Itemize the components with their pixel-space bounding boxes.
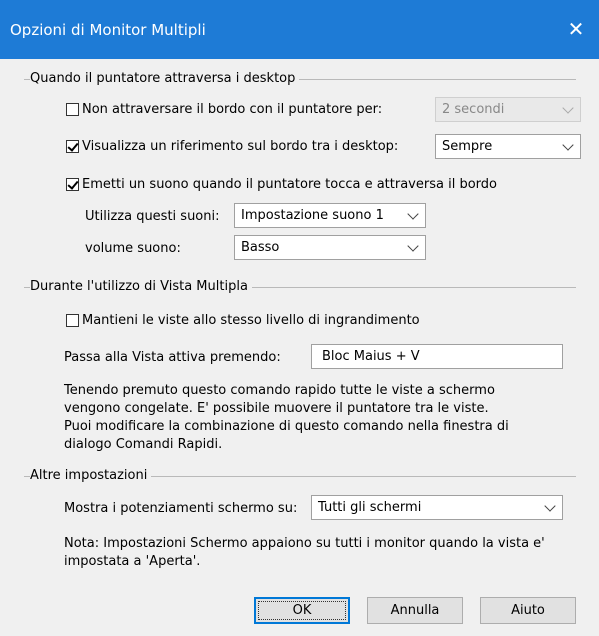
keep-zoom-checkbox[interactable] (66, 314, 79, 327)
no-cross-select: 2 secondi (435, 97, 581, 122)
note-line: Nota: Impostazioni Schermo appaiono su t… (64, 536, 545, 551)
cancel-button[interactable]: Annulla (367, 597, 463, 624)
switch-hotkey-value: Bloc Maius + V (322, 349, 420, 364)
volume-value: Basso (241, 240, 280, 255)
window-title: Opzioni di Monitor Multipli (10, 21, 206, 39)
description-line: Tenendo premuto questo comando rapido tu… (64, 383, 495, 398)
group-label-other: Altre impostazioni (30, 468, 152, 483)
sound-label: Emetti un suono quando il puntatore tocc… (82, 177, 497, 192)
note-text: Nota: Impostazioni Schermo appaiono su t… (64, 535, 545, 571)
chevron-down-icon (407, 208, 419, 220)
chevron-down-icon (544, 500, 556, 512)
description-line: dialogo Comandi Rapidi. (64, 437, 223, 452)
group-label-desktop: Quando il puntatore attraversa i desktop (30, 71, 300, 86)
use-sounds-label: Utilizza questi suoni: (85, 209, 220, 224)
keep-zoom-label: Mantieni le viste allo stesso livello di… (82, 313, 420, 328)
use-sounds-value: Impostazione suono 1 (241, 208, 384, 223)
description-line: vengono congelate. E' possibile muovere … (64, 401, 489, 416)
switch-hotkey-field[interactable]: Bloc Maius + V (311, 344, 563, 369)
group-label-vista: Durante l'utilizzo di Vista Multipla (30, 279, 252, 294)
cancel-label: Annulla (390, 603, 440, 618)
vista-description: Tenendo premuto questo comando rapido tu… (64, 382, 509, 454)
keep-zoom-row[interactable]: Mantieni le viste allo stesso livello di… (66, 313, 420, 328)
show-enh-value: Tutti gli schermi (318, 500, 422, 515)
chevron-down-icon (562, 102, 574, 114)
show-ref-row[interactable]: Visualizza un riferimento sul bordo tra … (66, 139, 398, 154)
show-enh-select[interactable]: Tutti gli schermi (311, 495, 563, 520)
switch-label: Passa alla Vista attiva premendo: (64, 350, 281, 365)
volume-select[interactable]: Basso (234, 235, 426, 260)
help-label: Aiuto (511, 603, 545, 618)
chevron-down-icon (562, 139, 574, 151)
show-ref-select[interactable]: Sempre (435, 134, 581, 159)
description-line: Puoi modificare la combinazione di quest… (64, 419, 509, 434)
show-enh-label: Mostra i potenziamenti schermo su: (64, 501, 298, 516)
chevron-down-icon (407, 240, 419, 252)
no-cross-label: Non attraversare il bordo con il puntato… (82, 102, 383, 117)
volume-label: volume suono: (85, 241, 181, 256)
sound-row[interactable]: Emetti un suono quando il puntatore tocc… (66, 177, 497, 192)
show-ref-select-value: Sempre (442, 139, 493, 154)
no-cross-row[interactable]: Non attraversare il bordo con il puntato… (66, 102, 382, 117)
sound-checkbox[interactable] (66, 178, 79, 191)
help-button[interactable]: Aiuto (480, 597, 576, 624)
focus-rect (258, 601, 346, 620)
show-ref-checkbox[interactable] (66, 140, 79, 153)
no-cross-checkbox[interactable] (66, 103, 79, 116)
title-bar: Opzioni di Monitor Multipli ✕ (0, 0, 599, 59)
use-sounds-select[interactable]: Impostazione suono 1 (234, 203, 426, 228)
ok-button[interactable]: OK (254, 597, 350, 624)
show-ref-label: Visualizza un riferimento sul bordo tra … (82, 139, 399, 154)
note-line: impostata a 'Aperta'. (64, 554, 201, 569)
no-cross-select-value: 2 secondi (442, 102, 505, 117)
close-icon[interactable]: ✕ (561, 14, 591, 44)
